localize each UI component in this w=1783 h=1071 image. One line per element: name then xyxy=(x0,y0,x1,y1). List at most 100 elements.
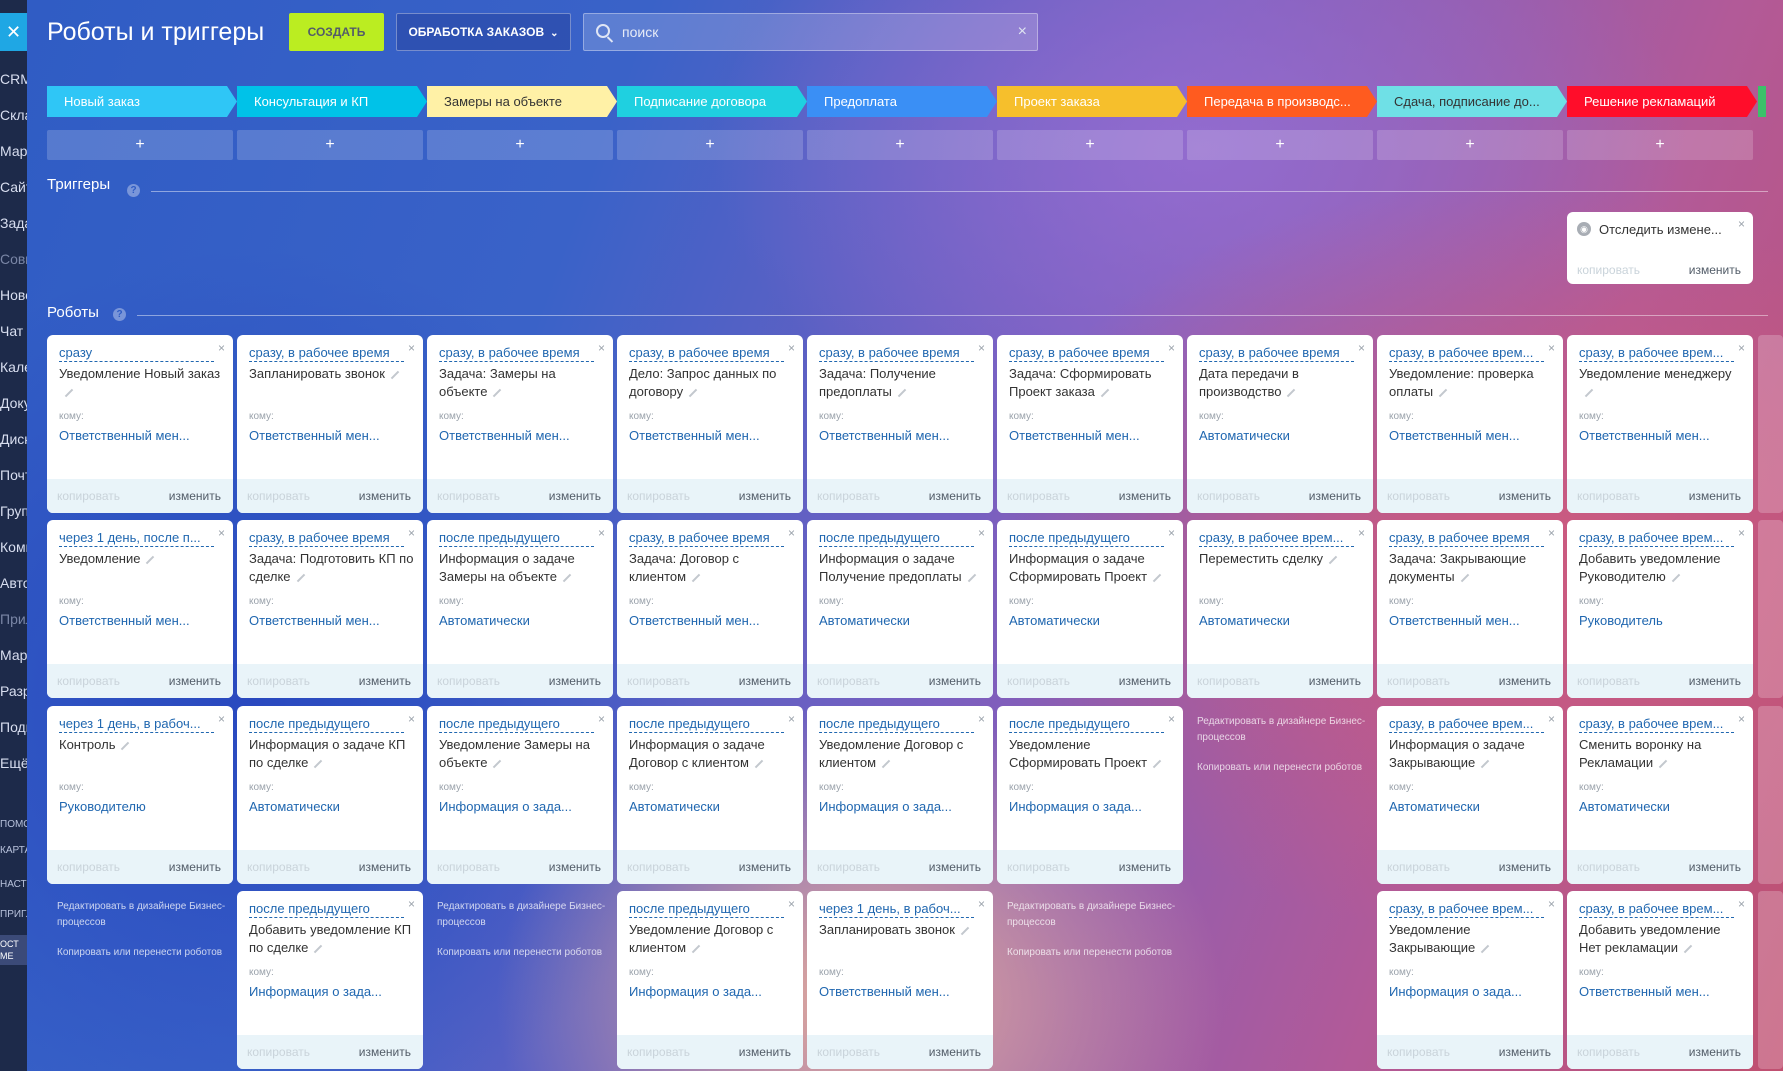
sidebar-item[interactable]: Сайт xyxy=(0,178,27,196)
clear-search-icon[interactable]: × xyxy=(1018,23,1027,41)
sidebar-item[interactable]: Скла xyxy=(0,106,27,124)
edit-in-designer-link[interactable]: Редактировать в дизайнере Бизнес-процесс… xyxy=(437,899,607,931)
pencil-icon[interactable] xyxy=(1481,759,1490,768)
robot-edit-link[interactable]: изменить xyxy=(739,860,791,874)
robot-copy-link[interactable]: копировать xyxy=(437,674,500,688)
robot-edit-link[interactable]: изменить xyxy=(549,489,601,503)
robot-delay-link[interactable]: после предыдущего xyxy=(249,901,404,918)
robot-close-icon[interactable]: × xyxy=(598,526,605,540)
robot-close-icon[interactable]: × xyxy=(1738,526,1745,540)
copy-or-move-robots-link[interactable]: Копировать или перенести роботов xyxy=(437,945,607,961)
robot-close-icon[interactable]: × xyxy=(408,712,415,726)
robot-to-value[interactable]: Ответственный мен... xyxy=(249,428,414,443)
robot-delay-link[interactable]: сразу, в рабочее врем... xyxy=(1579,345,1734,362)
robot-copy-link[interactable]: копировать xyxy=(627,1045,690,1059)
trigger-title[interactable]: Отследить измене... xyxy=(1599,222,1722,237)
robot-to-value[interactable]: Ответственный мен... xyxy=(629,613,794,628)
robot-copy-link[interactable]: копировать xyxy=(57,489,120,503)
pencil-icon[interactable] xyxy=(688,388,698,397)
robot-copy-link[interactable]: копировать xyxy=(437,489,500,503)
robot-close-icon[interactable]: × xyxy=(1168,712,1175,726)
robot-edit-link[interactable]: изменить xyxy=(169,489,221,503)
sidebar-item[interactable]: Совм xyxy=(0,250,27,268)
robot-to-value[interactable]: Информация о зада... xyxy=(629,984,794,999)
stage-5[interactable]: Предоплата xyxy=(807,86,997,117)
pencil-icon[interactable] xyxy=(314,759,323,768)
pencil-icon[interactable] xyxy=(1438,388,1448,397)
robot-to-value[interactable]: Ответственный мен... xyxy=(1579,984,1744,999)
robot-delay-link[interactable]: после предыдущего xyxy=(1009,530,1164,547)
robot-copy-link[interactable]: копировать xyxy=(1197,489,1260,503)
robot-close-icon[interactable]: × xyxy=(1168,341,1175,355)
robot-edit-link[interactable]: изменить xyxy=(929,489,981,503)
robot-edit-link[interactable]: изменить xyxy=(1309,674,1361,688)
pencil-icon[interactable] xyxy=(967,573,976,582)
robot-delay-link[interactable]: сразу, в рабочее врем... xyxy=(1579,716,1734,733)
robot-delay-link[interactable]: после предыдущего xyxy=(1009,716,1164,733)
robot-edit-link[interactable]: изменить xyxy=(929,1045,981,1059)
pencil-icon[interactable] xyxy=(1328,555,1338,564)
robot-delay-link[interactable]: сразу, в рабочее врем... xyxy=(1389,345,1544,362)
sidebar-item[interactable]: CRM xyxy=(0,70,27,88)
sidebar-bottom-link[interactable]: ПРИГЛ xyxy=(0,906,27,924)
pencil-icon[interactable] xyxy=(1683,944,1693,953)
sidebar-item[interactable]: Ново xyxy=(0,286,27,304)
robot-edit-link[interactable]: изменить xyxy=(359,674,411,688)
robot-copy-link[interactable]: копировать xyxy=(817,489,880,503)
robot-copy-link[interactable]: копировать xyxy=(1577,860,1640,874)
robot-close-icon[interactable]: × xyxy=(408,897,415,911)
robot-edit-link[interactable]: изменить xyxy=(169,674,221,688)
robot-edit-link[interactable]: изменить xyxy=(1499,674,1551,688)
trigger-copy-link[interactable]: копировать xyxy=(1577,263,1640,277)
robot-copy-link[interactable]: копировать xyxy=(1007,860,1070,874)
robot-to-value[interactable]: Информация о зада... xyxy=(819,799,984,814)
pencil-icon[interactable] xyxy=(314,944,323,953)
robot-copy-link[interactable]: копировать xyxy=(817,1045,880,1059)
robot-delay-link[interactable]: через 1 день, после п... xyxy=(59,530,214,547)
add-trigger-button[interactable]: + xyxy=(617,130,803,160)
robot-to-value[interactable]: Ответственный мен... xyxy=(1389,428,1554,443)
pencil-icon[interactable] xyxy=(146,555,155,564)
robot-to-value[interactable]: Автоматически xyxy=(1199,613,1364,628)
robot-to-value[interactable]: Ответственный мен... xyxy=(249,613,414,628)
pencil-icon[interactable] xyxy=(121,741,130,750)
stage-1[interactable]: Новый заказ xyxy=(47,86,237,117)
robot-to-value[interactable]: Ответственный мен... xyxy=(1009,428,1174,443)
robot-to-value[interactable]: Ответственный мен... xyxy=(1389,613,1554,628)
robot-copy-link[interactable]: копировать xyxy=(57,674,120,688)
pencil-icon[interactable] xyxy=(493,759,502,768)
robot-close-icon[interactable]: × xyxy=(788,341,795,355)
sidebar-item[interactable]: Чат и xyxy=(0,322,27,340)
robot-to-value[interactable]: Информация о зада... xyxy=(439,799,604,814)
sidebar-item[interactable]: Прил xyxy=(0,610,27,628)
robot-edit-link[interactable]: изменить xyxy=(359,860,411,874)
robot-close-icon[interactable]: × xyxy=(788,897,795,911)
pencil-icon[interactable] xyxy=(691,944,701,953)
robot-delay-link[interactable]: сразу, в рабочее время xyxy=(629,345,784,362)
robot-to-value[interactable]: Автоматически xyxy=(1009,613,1174,628)
pencil-icon[interactable] xyxy=(1658,759,1668,768)
robot-close-icon[interactable]: × xyxy=(1548,712,1555,726)
pencil-icon[interactable] xyxy=(296,573,305,582)
robot-to-value[interactable]: Ответственный мен... xyxy=(59,428,224,443)
copy-or-move-robots-link[interactable]: Копировать или перенести роботов xyxy=(57,945,227,961)
robot-delay-link[interactable]: сразу, в рабочее время xyxy=(439,345,594,362)
robot-copy-link[interactable]: копировать xyxy=(1007,489,1070,503)
pencil-icon[interactable] xyxy=(390,370,400,379)
robot-copy-link[interactable]: копировать xyxy=(1387,860,1450,874)
robot-to-value[interactable]: Ответственный мен... xyxy=(1579,428,1744,443)
pencil-icon[interactable] xyxy=(881,759,891,768)
pencil-icon[interactable] xyxy=(691,573,701,582)
robot-delay-link[interactable]: после предыдущего xyxy=(629,901,784,918)
pencil-icon[interactable] xyxy=(1100,388,1110,397)
robot-copy-link[interactable]: копировать xyxy=(247,489,310,503)
robot-delay-link[interactable]: сразу, в рабочее время xyxy=(249,530,404,547)
pencil-icon[interactable] xyxy=(1671,573,1680,582)
robot-edit-link[interactable]: изменить xyxy=(169,860,221,874)
robot-delay-link[interactable]: сразу, в рабочее врем... xyxy=(1579,530,1734,547)
robot-delay-link[interactable]: сразу, в рабочее врем... xyxy=(1389,901,1544,918)
robot-edit-link[interactable]: изменить xyxy=(1309,489,1361,503)
robot-close-icon[interactable]: × xyxy=(978,897,985,911)
pencil-icon[interactable] xyxy=(960,926,970,935)
robot-to-value[interactable]: Автоматически xyxy=(1389,799,1554,814)
